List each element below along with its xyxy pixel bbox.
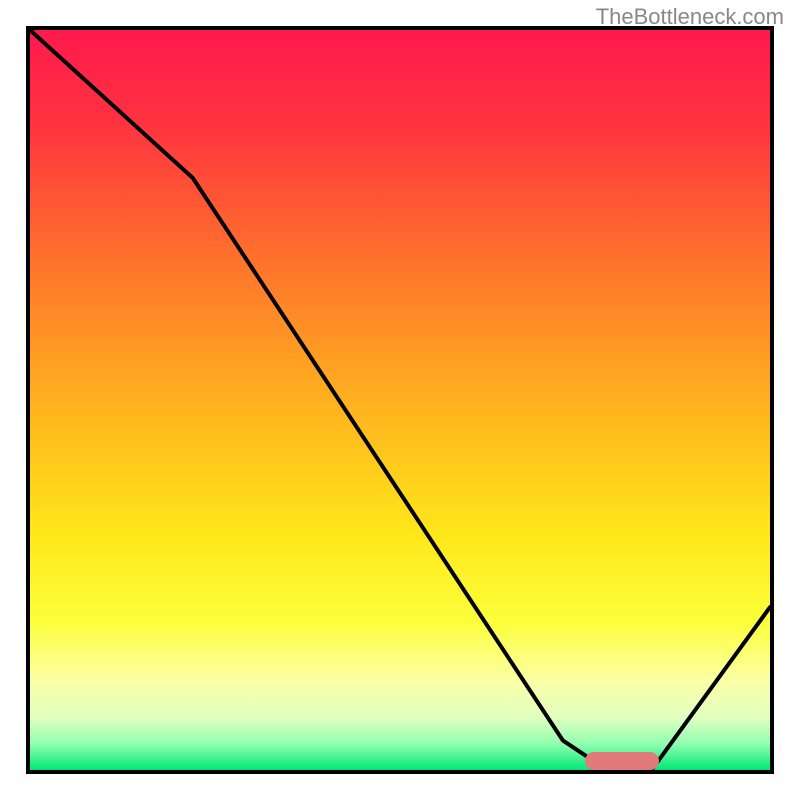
watermark-text: TheBottleneck.com [596, 4, 784, 30]
chart-curve [30, 30, 770, 770]
optimal-range-marker [585, 752, 659, 770]
chart-plot-area [26, 26, 774, 774]
